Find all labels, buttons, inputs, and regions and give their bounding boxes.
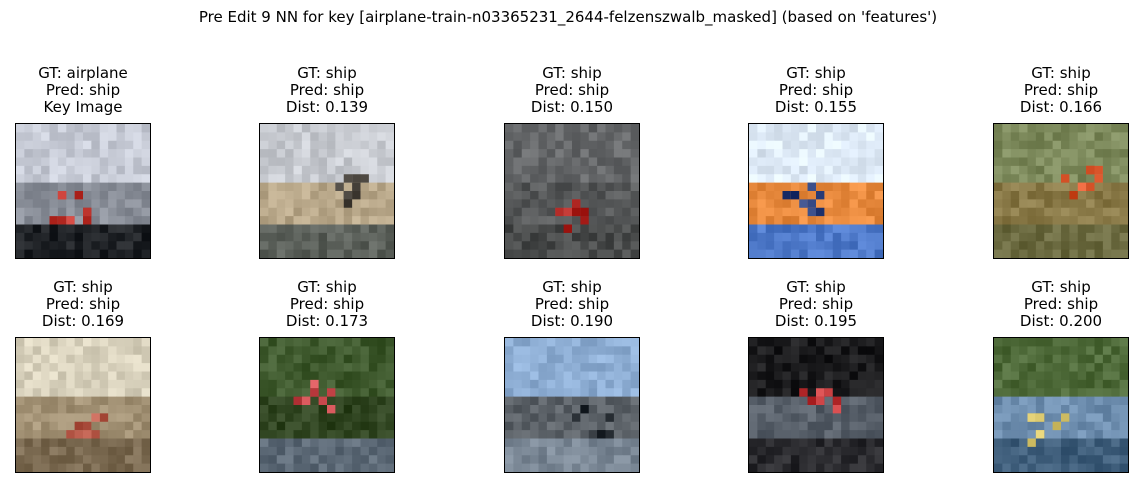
nn-panel: GT: ship Pred: ship Dist: 0.155 xyxy=(748,65,884,259)
nn-panel: GT: ship Pred: ship Dist: 0.139 xyxy=(259,65,395,259)
nn-panel: GT: ship Pred: ship Dist: 0.190 xyxy=(504,279,640,473)
thumbnail-harbor xyxy=(994,338,1128,472)
caption-pred: Pred: ship xyxy=(534,81,610,99)
thumbnail-crowd-boat xyxy=(749,338,883,472)
neighbor-image xyxy=(15,337,151,473)
caption-extra: Dist: 0.200 xyxy=(1019,312,1103,330)
caption-extra: Dist: 0.150 xyxy=(530,98,614,116)
caption-pred: Pred: ship xyxy=(45,295,121,313)
key-image xyxy=(15,123,151,259)
neighbor-image xyxy=(748,337,884,473)
panel-caption: GT: ship Pred: ship Dist: 0.166 xyxy=(953,65,1136,116)
nn-panel: GT: ship Pred: ship Dist: 0.200 xyxy=(993,279,1129,473)
caption-gt: GT: ship xyxy=(1031,278,1091,296)
caption-pred: Pred: ship xyxy=(778,81,854,99)
caption-gt: GT: ship xyxy=(297,278,357,296)
nn-panel: GT: ship Pred: ship Dist: 0.173 xyxy=(259,279,395,473)
caption-gt: GT: ship xyxy=(786,278,846,296)
caption-gt: GT: ship xyxy=(786,64,846,82)
caption-pred: Pred: ship xyxy=(534,295,610,313)
neighbor-image xyxy=(259,123,395,259)
neighbor-image xyxy=(504,337,640,473)
caption-gt: GT: ship xyxy=(1031,64,1091,82)
caption-extra: Dist: 0.139 xyxy=(285,98,369,116)
thumbnail-painting xyxy=(16,338,150,472)
panel-caption: GT: ship Pred: ship Dist: 0.173 xyxy=(219,279,435,330)
nn-panel: GT: airplane Pred: ship Key Image xyxy=(15,65,151,259)
thumbnail-jetski xyxy=(994,124,1128,258)
nn-panel: GT: ship Pred: ship Dist: 0.169 xyxy=(15,279,151,473)
caption-pred: Pred: ship xyxy=(289,81,365,99)
caption-pred: Pred: ship xyxy=(1023,81,1099,99)
caption-gt: GT: airplane xyxy=(38,64,128,82)
caption-gt: GT: ship xyxy=(542,64,602,82)
nn-panel: GT: ship Pred: ship Dist: 0.195 xyxy=(748,279,884,473)
panel-caption: GT: ship Pred: ship Dist: 0.139 xyxy=(219,65,435,116)
panel-caption: GT: ship Pred: ship Dist: 0.190 xyxy=(464,279,680,330)
panel-caption: GT: ship Pred: ship Dist: 0.200 xyxy=(953,279,1136,330)
caption-extra: Key Image xyxy=(43,98,123,116)
neighbor-image xyxy=(504,123,640,259)
caption-gt: GT: ship xyxy=(297,64,357,82)
neighbor-image xyxy=(259,337,395,473)
caption-extra: Dist: 0.173 xyxy=(285,312,369,330)
thumbnail-canal xyxy=(260,124,394,258)
caption-extra: Dist: 0.169 xyxy=(41,312,125,330)
caption-gt: GT: ship xyxy=(53,278,113,296)
thumbnail-riverboat xyxy=(260,338,394,472)
panel-caption: GT: ship Pred: ship Dist: 0.155 xyxy=(708,65,924,116)
neighbor-image xyxy=(993,337,1129,473)
figure-title: Pre Edit 9 NN for key [airplane-train-n0… xyxy=(198,8,938,26)
caption-extra: Dist: 0.155 xyxy=(774,98,858,116)
neighbor-image xyxy=(993,123,1129,259)
panel-caption: GT: ship Pred: ship Dist: 0.150 xyxy=(464,65,680,116)
thumbnail-crane-barge xyxy=(749,124,883,258)
nn-panel: GT: ship Pred: ship Dist: 0.166 xyxy=(993,65,1129,259)
thumbnail-key-airplane xyxy=(16,124,150,258)
caption-pred: Pred: ship xyxy=(778,295,854,313)
panel-caption: GT: airplane Pred: ship Key Image xyxy=(0,65,191,116)
caption-pred: Pred: ship xyxy=(289,295,365,313)
panel-caption: GT: ship Pred: ship Dist: 0.169 xyxy=(0,279,191,330)
caption-gt: GT: ship xyxy=(542,278,602,296)
panel-caption: GT: ship Pred: ship Dist: 0.195 xyxy=(708,279,924,330)
thumbnail-cargo-ship xyxy=(505,338,639,472)
caption-extra: Dist: 0.190 xyxy=(530,312,614,330)
caption-extra: Dist: 0.195 xyxy=(774,312,858,330)
caption-pred: Pred: ship xyxy=(45,81,121,99)
neighbor-image xyxy=(748,123,884,259)
caption-extra: Dist: 0.166 xyxy=(1019,98,1103,116)
thumbnail-sailboat xyxy=(505,124,639,258)
nn-panel: GT: ship Pred: ship Dist: 0.150 xyxy=(504,65,640,259)
caption-pred: Pred: ship xyxy=(1023,295,1099,313)
